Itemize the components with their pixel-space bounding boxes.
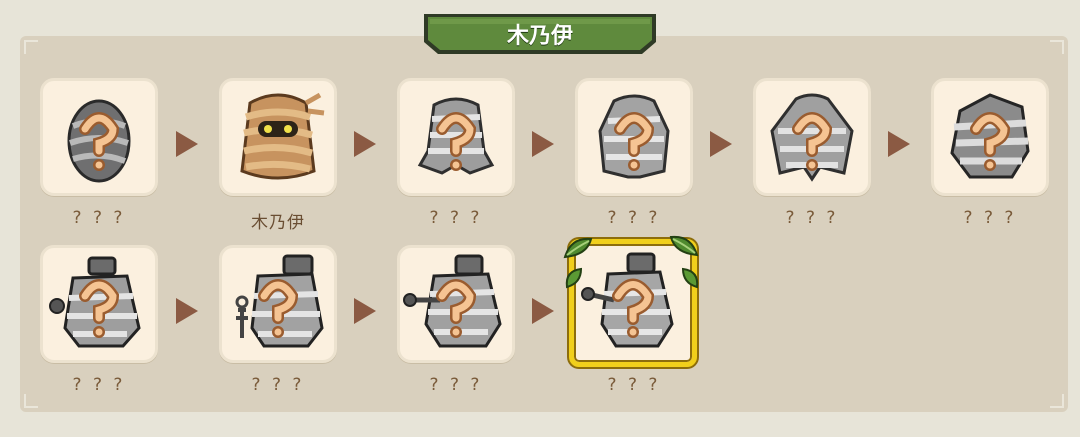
stage-slot[interactable] xyxy=(397,245,515,363)
bandaged-creature-icon xyxy=(770,93,854,182)
pillar-mummy-icon xyxy=(235,254,324,348)
stage-slot[interactable] xyxy=(397,78,515,196)
stage-label: ? ? ? xyxy=(963,208,1017,228)
title-banner: 木乃伊 xyxy=(420,12,660,56)
arrow-right-icon xyxy=(710,131,732,157)
stage-label: ? ? ? xyxy=(72,375,126,395)
stage-label: ? ? ? xyxy=(429,375,483,395)
page-title: 木乃伊 xyxy=(506,24,573,49)
stage-label: ? ? ? xyxy=(607,208,661,228)
stage-slot[interactable] xyxy=(931,78,1049,196)
leaf-ornament-icon xyxy=(681,267,699,289)
pillar-mummy-icon xyxy=(49,256,141,348)
stage-label: ? ? ? xyxy=(72,208,126,228)
arrow-right-icon xyxy=(888,131,910,157)
stage-card[interactable] xyxy=(575,78,693,196)
corner-ornament xyxy=(24,394,38,408)
stage-label: ? ? ? xyxy=(607,375,661,395)
arrow-right-icon xyxy=(354,131,376,157)
arrow-right-icon xyxy=(176,131,198,157)
bandaged-creature-icon xyxy=(417,97,495,175)
corner-ornament xyxy=(24,40,38,54)
mummy-icon xyxy=(240,92,325,180)
arrow-right-icon xyxy=(354,298,376,324)
arrow-right-icon xyxy=(532,298,554,324)
stage-slot[interactable] xyxy=(575,78,693,196)
stage-slot[interactable] xyxy=(40,78,158,196)
stage-slot[interactable] xyxy=(219,245,337,363)
leaf-ornament-icon xyxy=(565,267,583,289)
leaf-ornament-icon xyxy=(563,237,593,259)
corner-ornament xyxy=(1050,40,1064,54)
stage-slot-final[interactable] xyxy=(563,235,699,367)
corner-ornament xyxy=(1050,394,1064,408)
stage-label: ? ? ? xyxy=(429,208,483,228)
stage-card[interactable] xyxy=(219,245,337,363)
egg-silhouette-icon xyxy=(67,99,131,183)
stage-slot[interactable] xyxy=(40,245,158,363)
stage-card[interactable] xyxy=(40,245,158,363)
stage-card[interactable] xyxy=(397,245,515,363)
stage-slot[interactable] xyxy=(753,78,871,196)
stage-card[interactable] xyxy=(219,78,337,196)
arrow-right-icon xyxy=(532,131,554,157)
pillar-mummy-icon xyxy=(403,254,502,348)
evolution-panel xyxy=(20,36,1068,412)
stage-label: ? ? ? xyxy=(785,208,839,228)
arrow-right-icon xyxy=(176,298,198,324)
stage-card[interactable] xyxy=(753,78,871,196)
stage-card[interactable] xyxy=(40,78,158,196)
stage-card[interactable] xyxy=(931,78,1049,196)
leaf-ornament-icon xyxy=(669,235,699,257)
stage-label: 木乃伊 xyxy=(251,213,305,233)
stage-label: ? ? ? xyxy=(251,375,305,395)
stone-creature-icon xyxy=(950,93,1030,179)
bandaged-creature-icon xyxy=(598,94,670,179)
stage-card[interactable] xyxy=(397,78,515,196)
stage-slot[interactable] xyxy=(219,78,337,196)
